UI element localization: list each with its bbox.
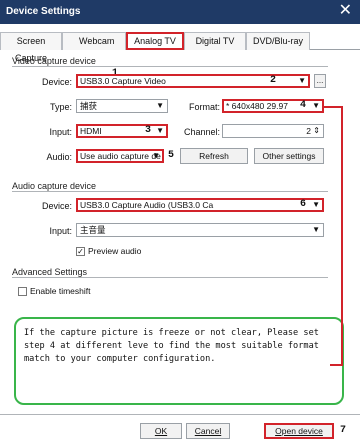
guide-line <box>324 106 342 108</box>
audio-label: Audio: <box>46 152 72 162</box>
channel-spinner[interactable]: 2 ⇕ <box>222 124 324 138</box>
step-marker-7: 7 <box>340 425 347 436</box>
preview-audio-checkbox[interactable]: ✓ Preview audio <box>76 246 141 257</box>
audio-input-label: Input: <box>49 226 72 236</box>
chevron-down-icon: ▼ <box>312 200 320 209</box>
type-label: Type: <box>49 102 72 112</box>
tab-digital-tv[interactable]: Digital TV <box>184 32 246 50</box>
chevron-down-icon: ▼ <box>312 101 320 110</box>
advanced-group-title: Advanced Settings <box>12 267 88 277</box>
audio-select[interactable]: Use audio capture de ▼ <box>76 149 164 163</box>
divider <box>12 191 328 192</box>
close-icon[interactable]: ✕ <box>339 2 352 20</box>
step-marker-4: 4 <box>300 100 307 111</box>
note-text: If the capture picture is freeze or not … <box>24 328 319 364</box>
title-bar: Device Settings ✕ <box>0 0 360 24</box>
audio-device-select[interactable]: USB3.0 Capture Audio (USB3.0 Ca ▼ <box>76 198 324 212</box>
enable-timeshift-checkbox[interactable]: Enable timeshift <box>18 286 90 297</box>
step-marker-3: 3 <box>145 125 152 136</box>
more-button[interactable]: ... <box>314 74 326 88</box>
divider <box>12 66 328 67</box>
chevron-down-icon: ▼ <box>152 151 160 160</box>
tab-analog-tv[interactable]: Analog TV <box>126 32 184 50</box>
spinner-arrows-icon[interactable]: ⇕ <box>313 125 320 137</box>
step-marker-6: 6 <box>300 199 307 210</box>
audio-device-label: Device: <box>41 201 72 211</box>
format-select[interactable]: * 640x480 29.97 ▼ <box>222 99 324 113</box>
refresh-button[interactable]: Refresh <box>180 148 248 164</box>
chevron-down-icon: ▼ <box>156 126 164 135</box>
checkmark-icon[interactable]: ✓ <box>76 247 85 257</box>
input-select[interactable]: HDMI ▼ <box>76 124 168 138</box>
audio-group-title: Audio capture device <box>12 181 97 191</box>
video-group-title: Video capture device <box>12 56 96 66</box>
divider <box>12 277 328 278</box>
step-marker-5: 5 <box>168 150 175 161</box>
window-title: Device Settings <box>6 6 81 17</box>
channel-label: Channel: <box>183 127 220 137</box>
ok-button[interactable]: OK <box>140 423 182 439</box>
chevron-down-icon: ▼ <box>312 225 320 234</box>
other-settings-button[interactable]: Other settings <box>254 148 324 164</box>
chevron-down-icon: ▼ <box>298 76 306 85</box>
open-device-button[interactable]: Open device <box>264 423 334 439</box>
device-label: Device: <box>41 77 72 87</box>
chevron-down-icon: ▼ <box>156 101 164 110</box>
format-label: Format: <box>188 102 220 112</box>
guide-line <box>341 106 343 366</box>
tab-screen-capture[interactable]: Screen Capture <box>0 32 62 63</box>
input-label: Input: <box>49 127 72 137</box>
tab-dvd-bluray[interactable]: DVD/Blu-ray <box>246 32 310 50</box>
type-select[interactable]: 捕获 ▼ <box>76 99 168 113</box>
audio-input-select[interactable]: 主音量 ▼ <box>76 223 324 237</box>
instruction-note: If the capture picture is freeze or not … <box>14 317 344 405</box>
tab-webcam[interactable]: Webcam <box>62 32 126 50</box>
guide-line <box>330 364 343 366</box>
tab-bar: Screen Capture Webcam 1 Analog TV Digita… <box>0 32 360 79</box>
step-marker-2: 2 <box>270 75 277 86</box>
divider <box>0 414 360 415</box>
cancel-button[interactable]: Cancel <box>186 423 230 439</box>
checkbox-icon[interactable] <box>18 287 27 297</box>
